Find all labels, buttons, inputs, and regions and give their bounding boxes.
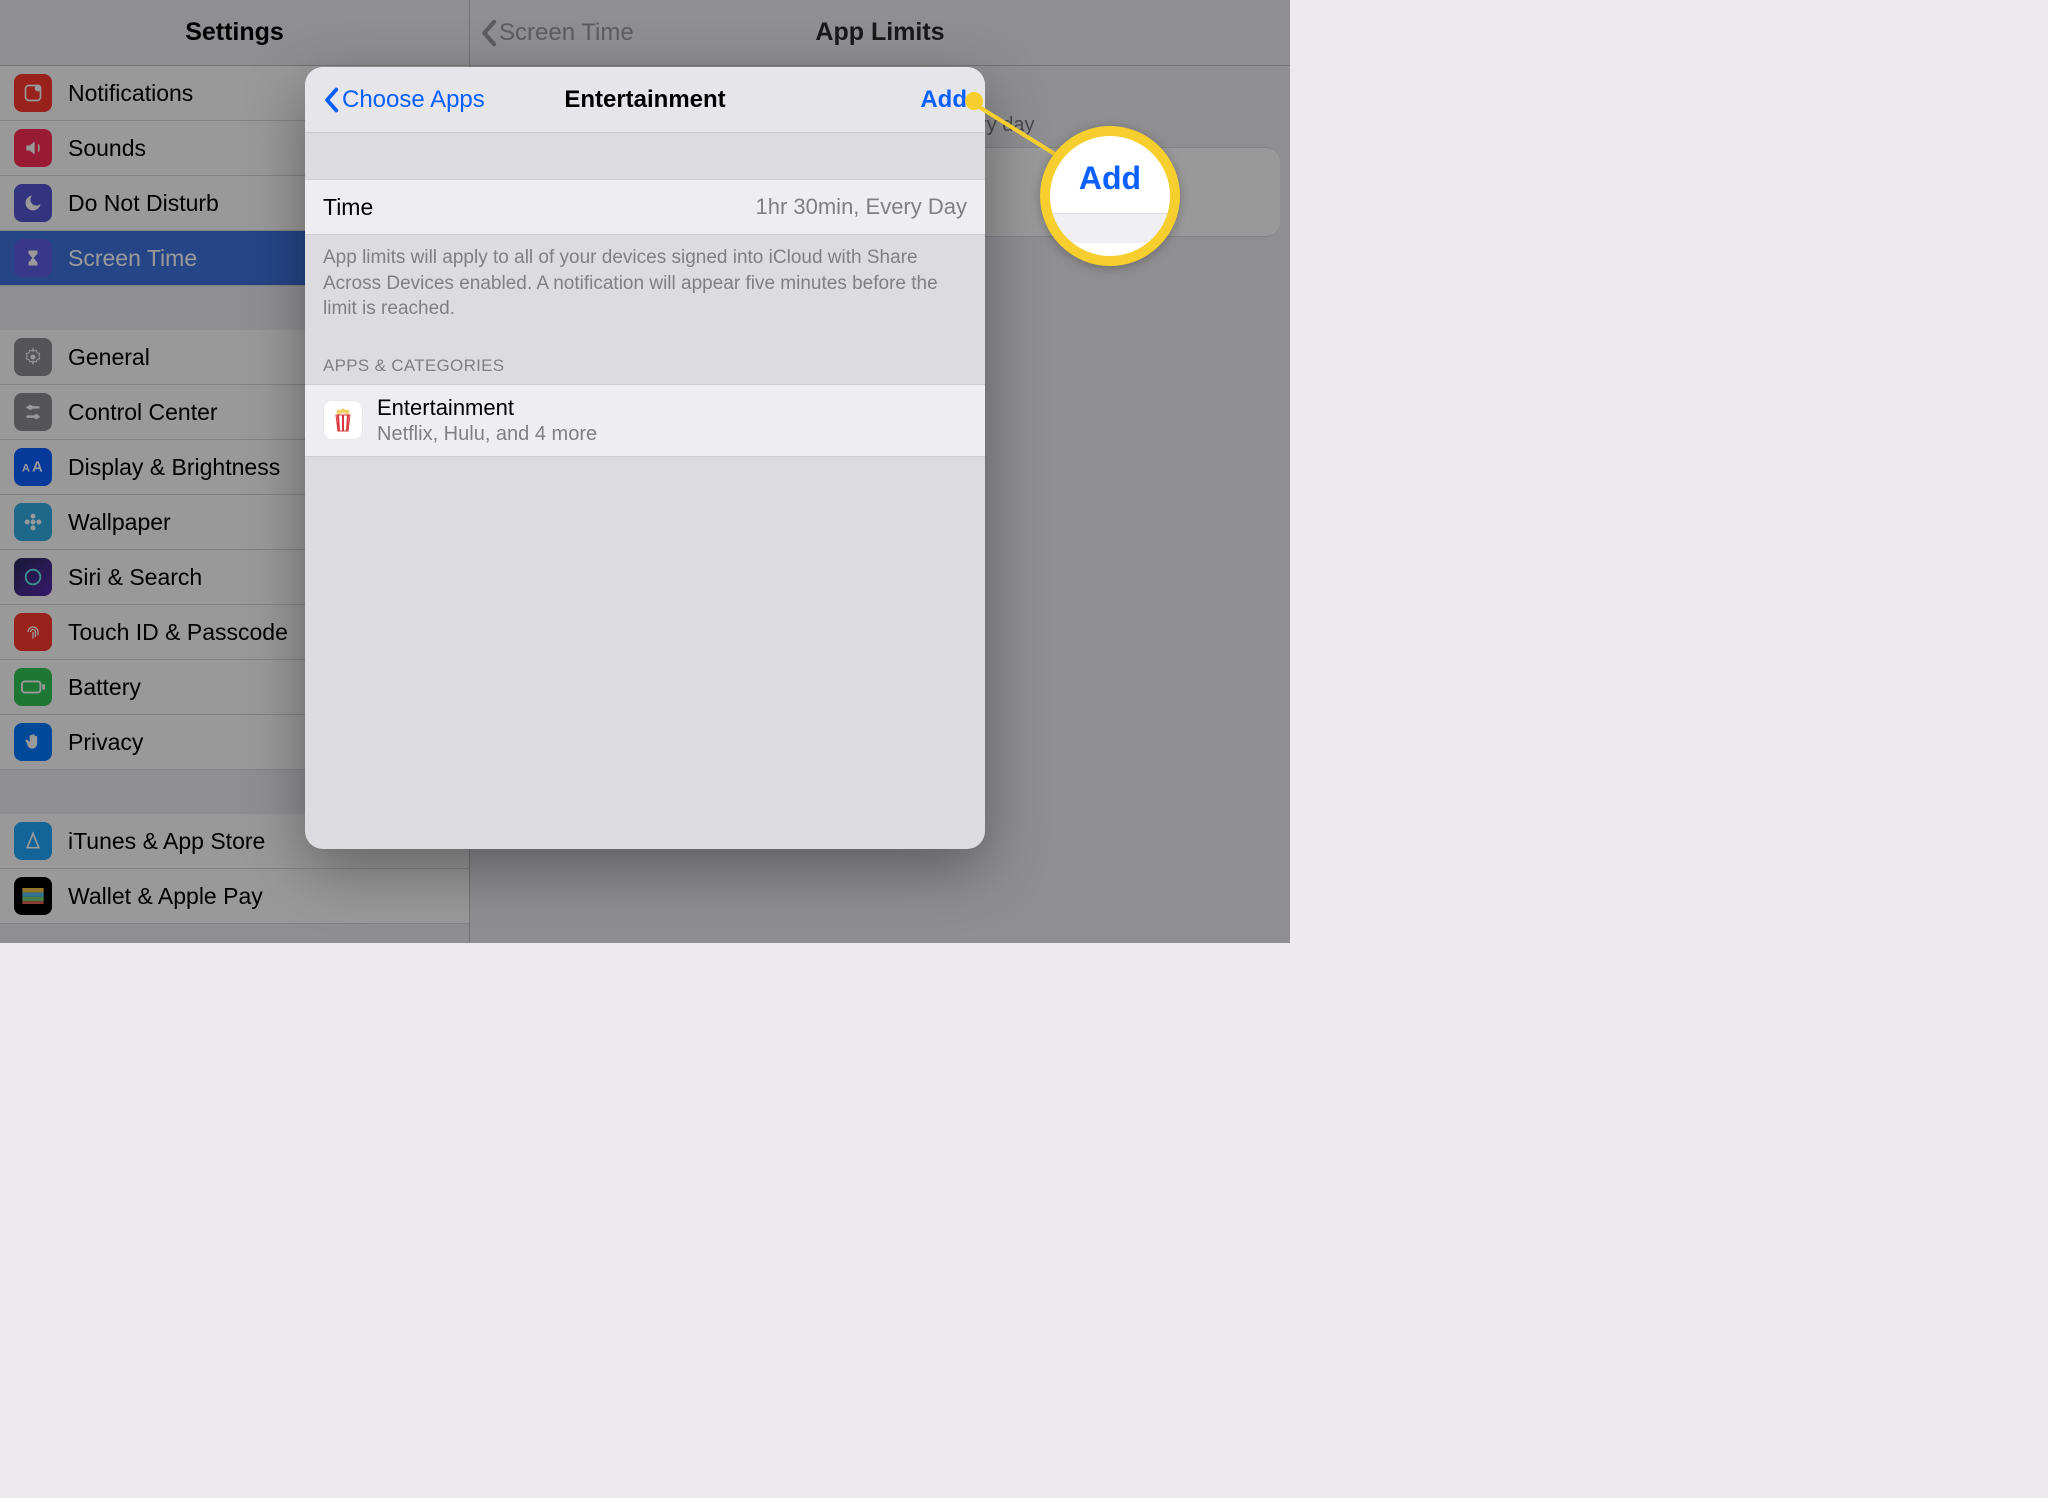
apps-section-header: APPS & CATEGORIES (305, 322, 985, 384)
modal-back-label: Choose Apps (342, 86, 485, 114)
callout-label: Add (1079, 150, 1141, 213)
app-category-subtitle: Netflix, Hulu, and 4 more (377, 423, 597, 446)
popcorn-icon (323, 400, 363, 440)
time-footer: App limits will apply to all of your dev… (305, 235, 985, 322)
add-limit-modal: Choose Apps Entertainment Add Time 1hr 3… (305, 67, 985, 849)
modal-navbar: Choose Apps Entertainment Add (305, 67, 985, 133)
callout-divider (1050, 213, 1170, 243)
time-row[interactable]: Time 1hr 30min, Every Day (305, 179, 985, 235)
callout-anchor-dot (965, 92, 983, 110)
modal-back-button[interactable]: Choose Apps (323, 86, 485, 114)
app-category-name: Entertainment (377, 395, 597, 421)
modal-spacer (305, 133, 985, 179)
app-category-row[interactable]: Entertainment Netflix, Hulu, and 4 more (305, 384, 985, 457)
callout-magnifier: Add (1040, 126, 1180, 266)
time-value: 1hr 30min, Every Day (755, 194, 967, 220)
time-label: Time (323, 194, 373, 221)
chevron-left-icon (323, 87, 339, 113)
modal-add-button[interactable]: Add (920, 86, 967, 114)
